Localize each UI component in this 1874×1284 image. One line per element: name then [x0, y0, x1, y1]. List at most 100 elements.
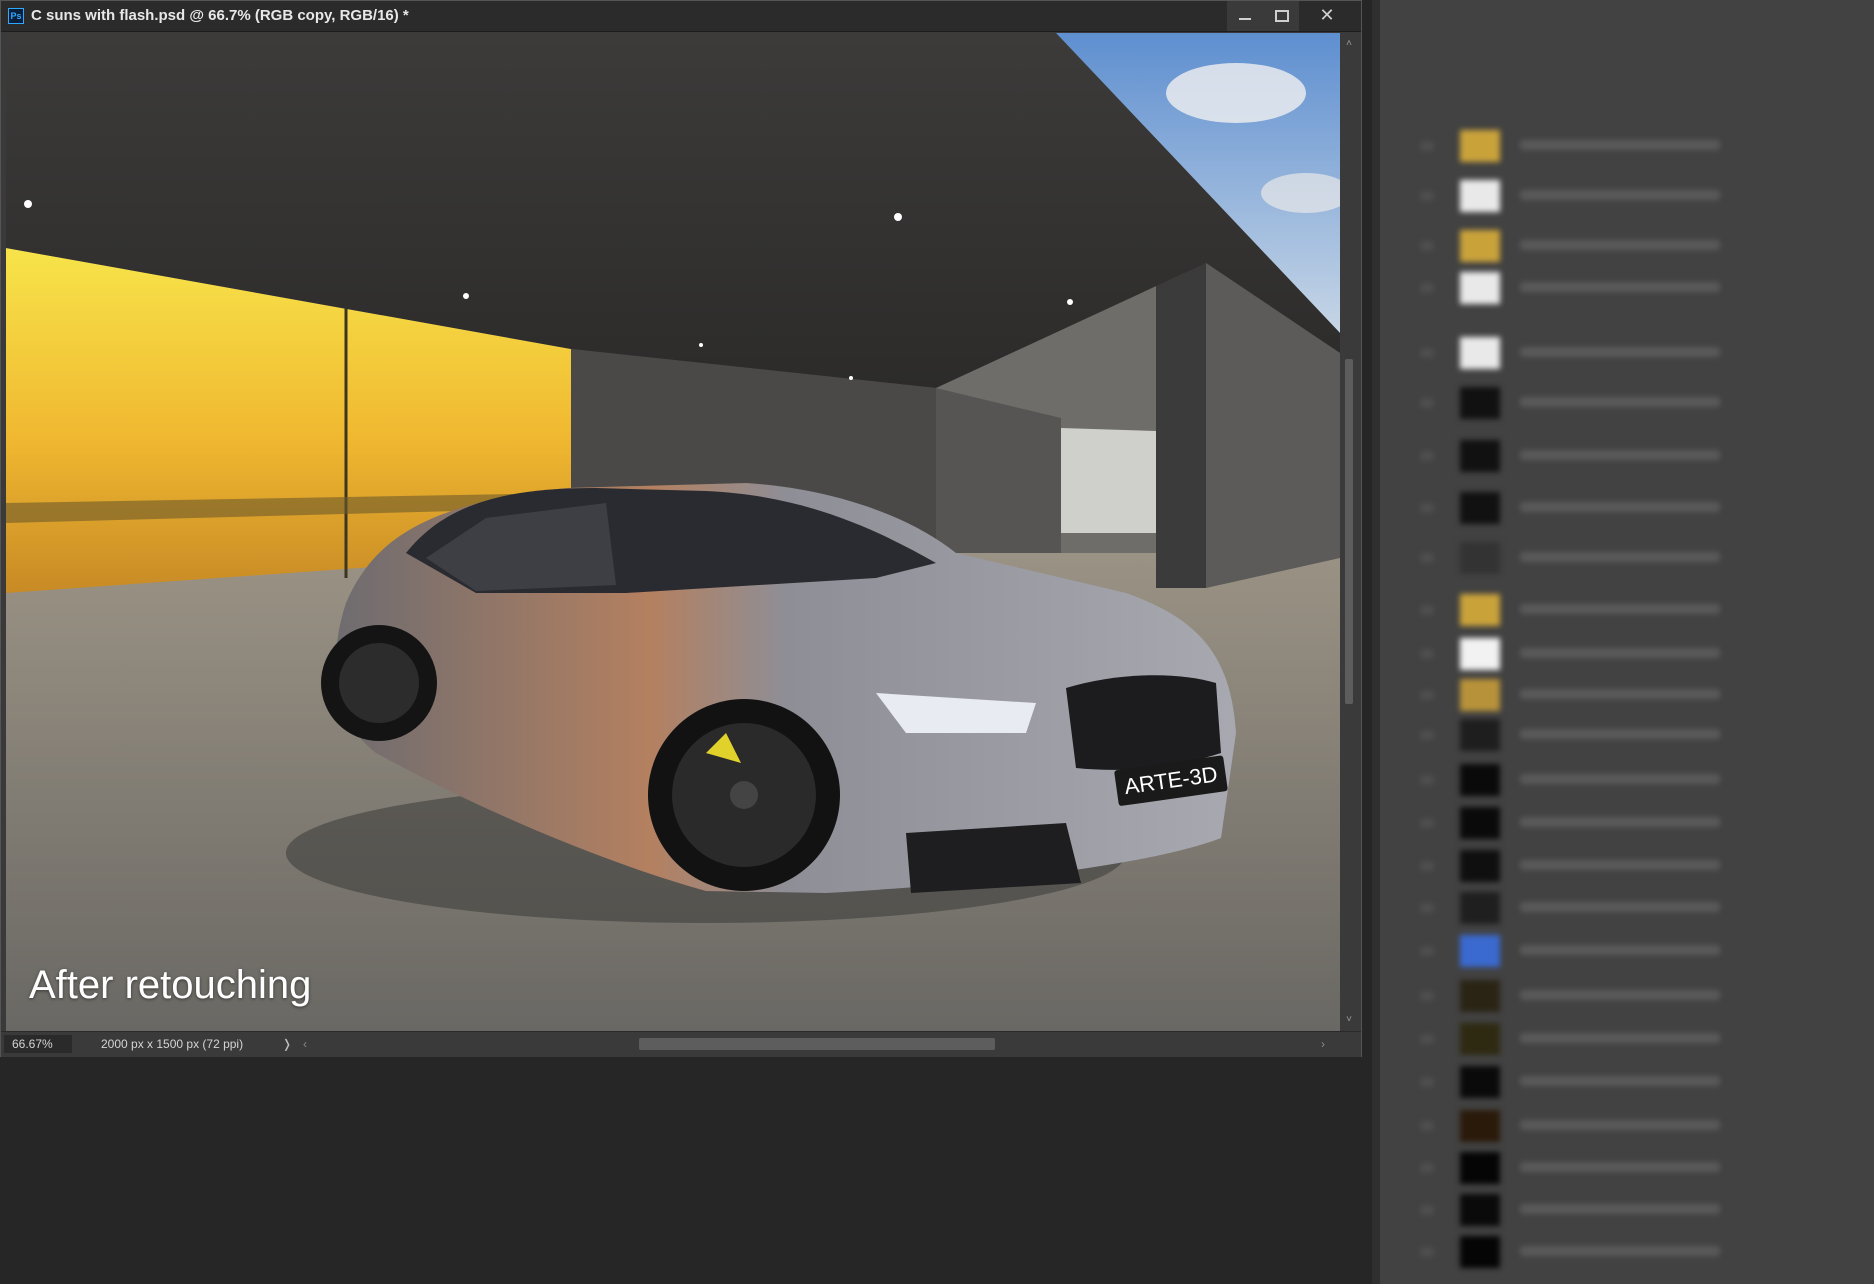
maximize-icon[interactable] — [1263, 1, 1299, 31]
minimize-icon[interactable] — [1227, 1, 1263, 31]
layer-visibility-eye-icon[interactable] — [1420, 451, 1434, 461]
layer-name-placeholder — [1520, 648, 1720, 658]
layer-row[interactable] — [1420, 636, 1860, 674]
layer-visibility-eye-icon[interactable] — [1420, 241, 1434, 251]
layer-thumbnail — [1460, 719, 1500, 751]
layer-visibility-eye-icon[interactable] — [1420, 1163, 1434, 1173]
layer-row[interactable] — [1420, 1234, 1860, 1272]
layer-row[interactable] — [1420, 592, 1860, 630]
layer-thumbnail — [1460, 1236, 1500, 1268]
layer-visibility-eye-icon[interactable] — [1420, 775, 1434, 785]
layer-visibility-eye-icon[interactable] — [1420, 1205, 1434, 1215]
layer-row[interactable] — [1420, 717, 1860, 755]
layer-thumbnail — [1460, 807, 1500, 839]
layer-name-placeholder — [1520, 240, 1720, 250]
layer-name-placeholder — [1520, 860, 1720, 870]
layer-row[interactable] — [1420, 933, 1860, 971]
layer-row[interactable] — [1420, 1108, 1860, 1146]
layer-thumbnail — [1460, 1194, 1500, 1226]
info-menu-arrow-icon[interactable]: ❭ — [282, 1032, 292, 1057]
layer-visibility-eye-icon[interactable] — [1420, 1121, 1434, 1131]
layer-row[interactable] — [1420, 490, 1860, 528]
layer-row[interactable] — [1420, 1150, 1860, 1188]
layer-visibility-eye-icon[interactable] — [1420, 605, 1434, 615]
layer-thumbnail — [1460, 440, 1500, 472]
layer-row[interactable] — [1420, 890, 1860, 928]
layer-row[interactable] — [1420, 335, 1860, 373]
layer-row[interactable] — [1420, 270, 1860, 308]
layer-visibility-eye-icon[interactable] — [1420, 903, 1434, 913]
layer-thumbnail — [1460, 980, 1500, 1012]
layer-thumbnail — [1460, 1066, 1500, 1098]
layer-row[interactable] — [1420, 677, 1860, 715]
layer-thumbnail — [1460, 387, 1500, 419]
status-bar: 66.67% 2000 px x 1500 px (72 ppi) ❭ ‹ › — [1, 1031, 1361, 1057]
layer-row[interactable] — [1420, 385, 1860, 423]
layer-visibility-eye-icon[interactable] — [1420, 730, 1434, 740]
scroll-down-icon[interactable]: ˅ — [1341, 1013, 1357, 1027]
layers-list — [1380, 0, 1874, 1284]
scroll-up-icon[interactable]: ˄ — [1341, 37, 1357, 51]
layer-name-placeholder — [1520, 774, 1720, 784]
car-render-image: ARTE-3D — [6, 33, 1340, 1031]
photoshop-app-icon: Ps — [8, 8, 24, 24]
layer-visibility-eye-icon[interactable] — [1420, 503, 1434, 513]
layer-row[interactable] — [1420, 540, 1860, 578]
layer-name-placeholder — [1520, 1246, 1720, 1256]
document-window: Ps C suns with flash.psd @ 66.7% (RGB co… — [0, 0, 1362, 1057]
layer-name-placeholder — [1520, 397, 1720, 407]
image-canvas[interactable]: ARTE-3D After retouching — [6, 33, 1340, 1031]
layer-name-placeholder — [1520, 817, 1720, 827]
layer-thumbnail — [1460, 230, 1500, 262]
layer-visibility-eye-icon[interactable] — [1420, 1077, 1434, 1087]
layer-row[interactable] — [1420, 1021, 1860, 1059]
layer-visibility-eye-icon[interactable] — [1420, 141, 1434, 151]
layer-visibility-eye-icon[interactable] — [1420, 348, 1434, 358]
layer-visibility-eye-icon[interactable] — [1420, 398, 1434, 408]
layer-name-placeholder — [1520, 190, 1720, 200]
layer-visibility-eye-icon[interactable] — [1420, 283, 1434, 293]
layers-panel[interactable] — [1372, 0, 1874, 1284]
layer-row[interactable] — [1420, 438, 1860, 476]
layer-name-placeholder — [1520, 450, 1720, 460]
layer-row[interactable] — [1420, 228, 1860, 266]
layer-row[interactable] — [1420, 805, 1860, 843]
layer-name-placeholder — [1520, 902, 1720, 912]
layer-thumbnail — [1460, 337, 1500, 369]
layer-visibility-eye-icon[interactable] — [1420, 191, 1434, 201]
layer-visibility-eye-icon[interactable] — [1420, 1034, 1434, 1044]
layer-visibility-eye-icon[interactable] — [1420, 946, 1434, 956]
vertical-scrollbar[interactable]: ˄ ˅ — [1341, 33, 1357, 1031]
layer-thumbnail — [1460, 594, 1500, 626]
layer-thumbnail — [1460, 1023, 1500, 1055]
layer-visibility-eye-icon[interactable] — [1420, 818, 1434, 828]
vertical-scroll-thumb[interactable] — [1345, 359, 1353, 704]
horizontal-scroll-thumb[interactable] — [639, 1038, 995, 1050]
layer-name-placeholder — [1520, 502, 1720, 512]
layer-name-placeholder — [1520, 140, 1720, 150]
layer-visibility-eye-icon[interactable] — [1420, 861, 1434, 871]
layer-row[interactable] — [1420, 762, 1860, 800]
layer-row[interactable] — [1420, 1064, 1860, 1102]
layer-thumbnail — [1460, 764, 1500, 796]
title-bar[interactable]: Ps C suns with flash.psd @ 66.7% (RGB co… — [1, 1, 1361, 32]
layer-row[interactable] — [1420, 978, 1860, 1016]
layer-visibility-eye-icon[interactable] — [1420, 649, 1434, 659]
layer-row[interactable] — [1420, 178, 1860, 216]
layer-visibility-eye-icon[interactable] — [1420, 1247, 1434, 1257]
layer-visibility-eye-icon[interactable] — [1420, 553, 1434, 563]
layer-visibility-eye-icon[interactable] — [1420, 690, 1434, 700]
zoom-level-field[interactable]: 66.67% — [4, 1035, 72, 1053]
close-icon[interactable] — [1309, 1, 1345, 31]
scroll-right-icon[interactable]: › — [1321, 1032, 1325, 1057]
layer-name-placeholder — [1520, 282, 1720, 292]
layer-thumbnail — [1460, 850, 1500, 882]
layer-thumbnail — [1460, 679, 1500, 711]
layer-visibility-eye-icon[interactable] — [1420, 991, 1434, 1001]
layer-thumbnail — [1460, 492, 1500, 524]
layer-row[interactable] — [1420, 1192, 1860, 1230]
layer-thumbnail — [1460, 180, 1500, 212]
layer-row[interactable] — [1420, 848, 1860, 886]
layer-row[interactable] — [1420, 128, 1860, 166]
scroll-left-icon[interactable]: ‹ — [303, 1032, 307, 1057]
